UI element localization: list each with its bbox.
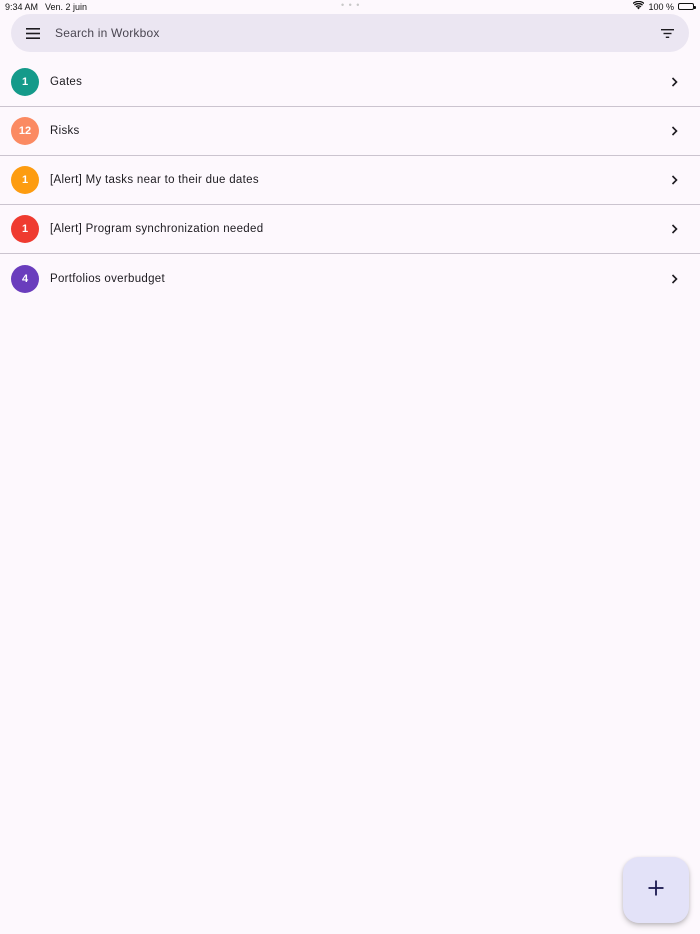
search-bar[interactable]: Search in Workbox <box>11 14 689 52</box>
list-item-gates[interactable]: 1 Gates <box>0 58 700 107</box>
chevron-right-icon <box>668 222 682 236</box>
chevron-right-icon <box>668 272 682 286</box>
battery-icon <box>678 3 696 10</box>
count-badge: 1 <box>11 215 39 243</box>
count-badge: 1 <box>11 166 39 194</box>
status-bar: 9:34 AM Ven. 2 juin • • • 100 % <box>0 0 700 14</box>
count-badge: 1 <box>11 68 39 96</box>
list-item-risks[interactable]: 12 Risks <box>0 107 700 156</box>
workbox-list: 1 Gates 12 Risks 1 [Alert] My tasks near… <box>0 58 700 303</box>
chevron-right-icon <box>668 173 682 187</box>
hamburger-menu-icon[interactable] <box>11 14 55 52</box>
count-badge: 12 <box>11 117 39 145</box>
battery-text: 100 % <box>648 1 674 12</box>
list-item-portfolios-overbudget[interactable]: 4 Portfolios overbudget <box>0 254 700 303</box>
list-item-tasks-due-alert[interactable]: 1 [Alert] My tasks near to their due dat… <box>0 156 700 205</box>
list-item-program-sync-alert[interactable]: 1 [Alert] Program synchronization needed <box>0 205 700 254</box>
status-indicators: 100 % <box>633 0 696 12</box>
plus-icon <box>648 880 664 901</box>
list-item-label: [Alert] My tasks near to their due dates <box>50 174 259 186</box>
status-date: Ven. 2 juin <box>45 2 88 12</box>
list-item-label: Portfolios overbudget <box>50 272 165 285</box>
status-time: 9:34 AM <box>5 2 39 12</box>
multitasking-dots[interactable]: • • • <box>341 0 360 10</box>
search-input[interactable]: Search in Workbox <box>55 26 645 40</box>
wifi-icon <box>633 0 645 12</box>
list-item-label: [Alert] Program synchronization needed <box>50 223 264 235</box>
list-item-label: Gates <box>50 76 83 88</box>
count-badge: 4 <box>11 264 39 293</box>
add-button[interactable] <box>623 857 689 923</box>
chevron-right-icon <box>668 75 682 89</box>
list-item-label: Risks <box>50 125 80 137</box>
filter-icon[interactable] <box>645 14 689 52</box>
chevron-right-icon <box>668 124 682 138</box>
